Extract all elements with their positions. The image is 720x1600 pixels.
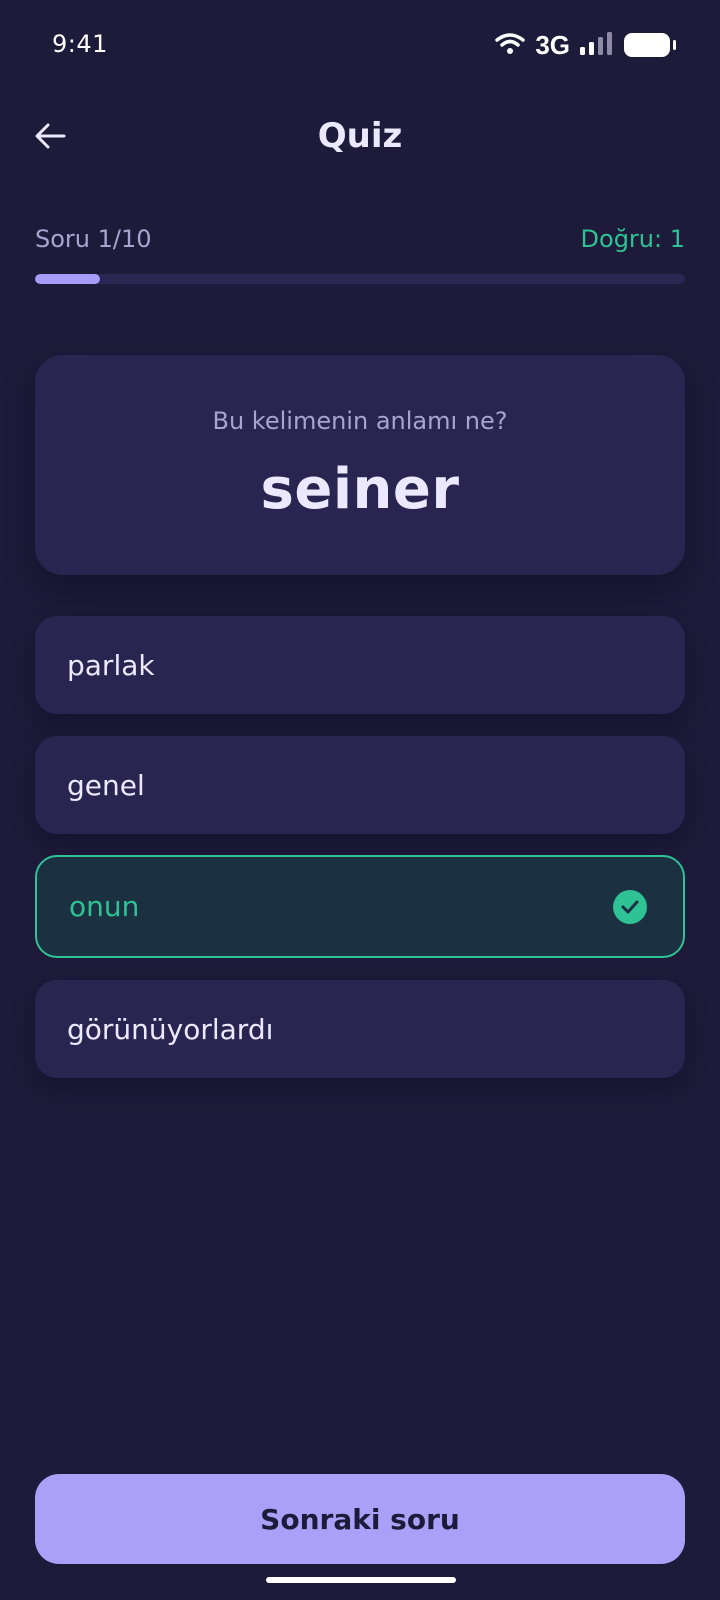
answer-option[interactable]: görünüyorlardı	[35, 980, 685, 1078]
answer-option-correct[interactable]: onun	[35, 855, 685, 958]
status-time: 9:41	[52, 30, 108, 58]
home-indicator[interactable]	[266, 1577, 456, 1583]
answer-option-label: onun	[69, 890, 140, 923]
wifi-icon	[495, 31, 526, 59]
question-counter: Soru 1/10	[35, 225, 152, 253]
next-question-label: Sonraki soru	[260, 1502, 460, 1536]
progress-row: Soru 1/10 Doğru: 1	[35, 222, 685, 262]
question-word: seiner	[260, 457, 460, 522]
answer-option-label: parlak	[67, 648, 155, 682]
question-card: Bu kelimenin anlamı ne? seiner	[35, 355, 685, 575]
app-header: Quiz	[0, 100, 720, 180]
page-title: Quiz	[317, 116, 403, 156]
progress-bar	[35, 274, 685, 284]
answer-option-label: görünüyorlardı	[67, 1012, 274, 1046]
next-question-button[interactable]: Sonraki soru	[35, 1474, 685, 1564]
answer-option[interactable]: genel	[35, 736, 685, 834]
question-prompt: Bu kelimenin anlamı ne?	[212, 407, 508, 435]
battery-icon	[624, 33, 676, 57]
progress-bar-fill	[35, 274, 100, 284]
status-icons: 3G	[495, 28, 676, 62]
network-type-label: 3G	[535, 29, 570, 60]
status-bar: 9:41 3G	[0, 0, 720, 90]
correct-counter: Doğru: 1	[580, 225, 685, 253]
check-circle-icon	[613, 889, 647, 924]
answer-option[interactable]: parlak	[35, 616, 685, 714]
signal-icon	[580, 31, 614, 59]
answer-option-label: genel	[67, 768, 145, 802]
